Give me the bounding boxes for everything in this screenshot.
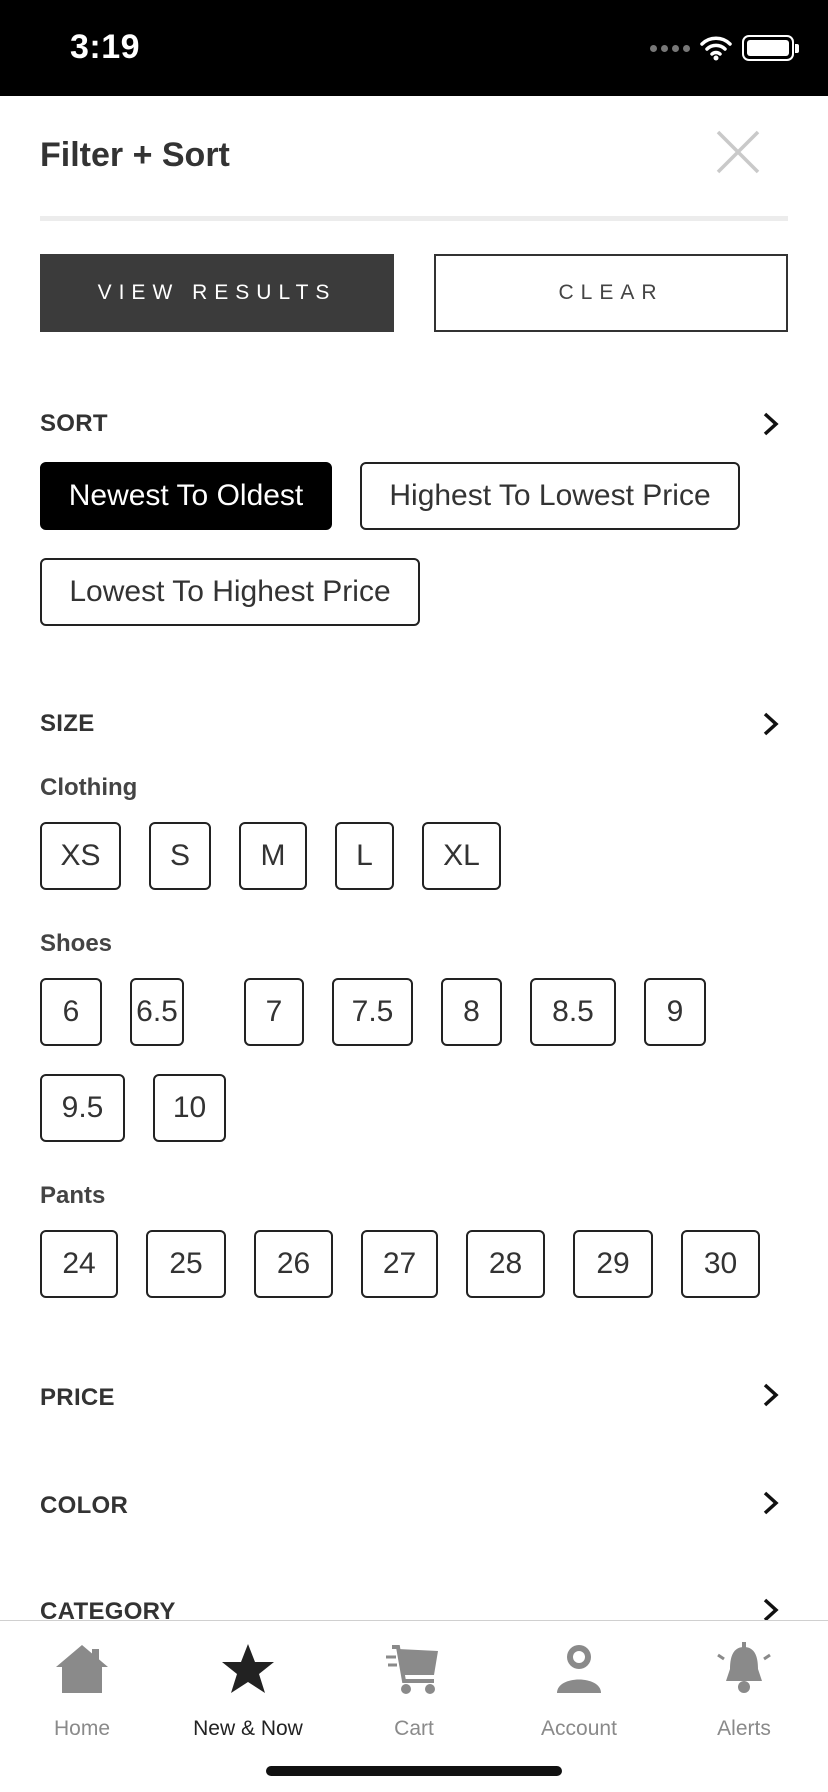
- size-chip-clothing[interactable]: S: [149, 822, 211, 890]
- pants-label: Pants: [40, 1182, 106, 1209]
- tab-label: Alerts: [717, 1717, 771, 1740]
- star-icon: [222, 1644, 274, 1693]
- home-icon: [56, 1645, 108, 1693]
- tab-label: Home: [53, 1717, 111, 1740]
- battery-icon: [742, 35, 799, 61]
- home-indicator: [266, 1766, 562, 1776]
- size-chip-shoes[interactable]: 9.5: [40, 1074, 125, 1142]
- close-icon: [716, 130, 760, 174]
- size-chip-pants[interactable]: 27: [361, 1230, 438, 1298]
- view-results-button[interactable]: VIEW RESULTS: [40, 254, 394, 332]
- shoes-label: Shoes: [40, 930, 113, 957]
- size-chip-clothing[interactable]: M: [239, 822, 307, 890]
- price-section-title[interactable]: PRICE: [40, 1384, 115, 1412]
- clothing-label: Clothing: [40, 774, 138, 801]
- size-chip-shoes[interactable]: 7: [244, 978, 304, 1046]
- size-chip-shoes[interactable]: 6: [40, 978, 102, 1046]
- account-icon: [557, 1645, 601, 1693]
- tab-home[interactable]: Home: [12, 1641, 152, 1741]
- size-chip-shoes[interactable]: 7.5: [332, 978, 413, 1046]
- size-chip-pants[interactable]: 29: [573, 1230, 653, 1298]
- tab-alerts[interactable]: Alerts: [674, 1641, 814, 1741]
- tab-account[interactable]: Account: [509, 1641, 649, 1741]
- size-chip-shoes[interactable]: 6.5: [130, 978, 184, 1046]
- sort-option-high-low[interactable]: Highest To Lowest Price: [360, 462, 740, 530]
- size-chip-shoes[interactable]: 8: [441, 978, 502, 1046]
- size-chip-pants[interactable]: 30: [681, 1230, 760, 1298]
- clear-button[interactable]: CLEAR: [434, 254, 788, 332]
- size-chip-pants[interactable]: 26: [254, 1230, 333, 1298]
- tab-cart[interactable]: Cart: [344, 1641, 484, 1741]
- status-time: 3:19: [70, 28, 141, 66]
- size-chip-shoes[interactable]: 9: [644, 978, 706, 1046]
- size-chip-pants[interactable]: 24: [40, 1230, 118, 1298]
- size-chip-shoes[interactable]: 8.5: [530, 978, 616, 1046]
- size-section-title: SIZE: [40, 710, 95, 737]
- size-chip-clothing[interactable]: XS: [40, 822, 121, 890]
- price-chevron-icon[interactable]: [760, 1381, 782, 1409]
- tab-new-now[interactable]: New & Now: [178, 1641, 318, 1741]
- size-chip-pants[interactable]: 28: [466, 1230, 545, 1298]
- size-chip-clothing[interactable]: L: [335, 822, 394, 890]
- size-chip-pants[interactable]: 25: [146, 1230, 226, 1298]
- status-icons: [650, 34, 799, 62]
- size-chevron-icon[interactable]: [760, 710, 782, 738]
- size-chip-clothing[interactable]: XL: [422, 822, 501, 890]
- tab-label: Account: [541, 1717, 617, 1740]
- status-bar: 3:19: [0, 0, 828, 96]
- sort-option-low-high[interactable]: Lowest To Highest Price: [40, 558, 420, 626]
- cart-icon: [386, 1645, 438, 1694]
- sort-option-newest[interactable]: Newest To Oldest: [40, 462, 332, 530]
- color-chevron-icon[interactable]: [760, 1489, 782, 1517]
- tab-label: New & Now: [193, 1717, 303, 1740]
- size-chip-shoes[interactable]: 10: [153, 1074, 226, 1142]
- wifi-icon: [700, 36, 732, 61]
- signal-icon: [650, 44, 690, 52]
- tab-label: Cart: [394, 1717, 434, 1740]
- sort-chevron-icon[interactable]: [760, 410, 782, 438]
- page-title: Filter + Sort: [40, 136, 230, 174]
- color-section-title[interactable]: COLOR: [40, 1492, 128, 1520]
- sort-section-title: SORT: [40, 410, 108, 437]
- bell-icon: [717, 1642, 771, 1693]
- close-button[interactable]: [714, 128, 762, 176]
- header-divider: [40, 216, 788, 221]
